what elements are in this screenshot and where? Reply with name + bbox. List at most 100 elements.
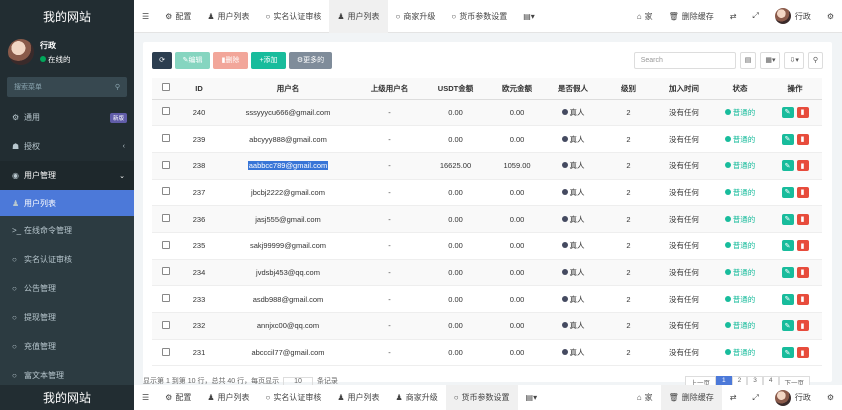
clear-cache-button[interactable]: 🗑 删除缓存 xyxy=(660,385,722,410)
delete-row-button[interactable]: ▮ xyxy=(796,266,809,278)
table-row[interactable]: 239 abcyyy888@gmail.com -0.00 0.00 真人 2 没有任何 普通… xyxy=(152,125,822,153)
language-button[interactable]: ⇄ xyxy=(722,385,745,410)
edit-row-button[interactable]: ✎ xyxy=(781,106,794,118)
table-row[interactable]: 234 jvdsbj453@qq.com -0.00 0.00 真人 2 没有任何 普通的 ✎ ▮ xyxy=(152,259,822,287)
table-row[interactable]: 238 aabbcc789@gmail.com -16625.00 1059.00 真人… xyxy=(152,152,822,180)
fullscreen-button[interactable]: ⤢ xyxy=(744,385,766,410)
edit-row-button[interactable]: ✎ xyxy=(781,186,794,198)
table-search-input[interactable]: Search xyxy=(633,51,736,69)
table-row[interactable]: 235 sakj99999@gmail.com -0.00 0.00 真人 2 没有任何 普通… xyxy=(152,232,822,260)
tab-config[interactable]: ⚙ 配置 xyxy=(157,0,199,33)
clear-cache-button[interactable]: 🗑 删除缓存 xyxy=(661,0,722,33)
delete-row-button[interactable]: ▮ xyxy=(796,106,809,118)
home-link[interactable]: ⌂ 家 xyxy=(629,385,661,410)
edit-row-button[interactable]: ✎ xyxy=(781,133,794,145)
row-checkbox[interactable] xyxy=(152,312,179,340)
sidebar-item-realname[interactable]: ○ 实名认证审核 xyxy=(0,245,134,274)
delete-row-button[interactable]: ▮ xyxy=(796,293,809,305)
row-checkbox[interactable] xyxy=(152,125,179,153)
delete-row-button[interactable]: ▮ xyxy=(796,186,809,198)
col-fake[interactable]: 是否假人 xyxy=(545,78,601,100)
sidebar-item-user-management[interactable]: ◉ 用户管理 ⌄ xyxy=(0,161,134,190)
language-button[interactable]: ⇄ xyxy=(722,0,745,33)
tab-currency-settings[interactable]: ○ 货币参数设置 xyxy=(443,0,515,33)
refresh-button[interactable]: ⟳ xyxy=(152,51,172,69)
advanced-search-button[interactable]: ⚲ xyxy=(807,51,823,69)
sidebar-item-withdraw[interactable]: ○ 提现管理 xyxy=(0,303,134,332)
home-link[interactable]: ⌂ 家 xyxy=(629,0,661,33)
col-status[interactable]: 状态 xyxy=(712,78,768,100)
col-parent[interactable]: 上级用户名 xyxy=(357,78,422,100)
add-button[interactable]: + 添加 xyxy=(251,51,286,69)
tab-user-list[interactable]: ♟ 用户列表 xyxy=(199,0,257,33)
sidebar-item-online-command[interactable]: >_ 在线命令管理 xyxy=(0,216,134,245)
tab-currency-settings[interactable]: ○ 货币参数设置 xyxy=(445,385,518,410)
delete-row-button[interactable]: ▮ xyxy=(796,240,809,252)
delete-row-button[interactable]: ▮ xyxy=(796,133,809,145)
toggle-view-button[interactable]: ▤ xyxy=(739,51,757,69)
edit-row-button[interactable]: ✎ xyxy=(781,347,794,359)
edit-row-button[interactable]: ✎ xyxy=(781,266,794,278)
brand-logo[interactable]: 我的网站 xyxy=(0,385,134,410)
col-usdt[interactable]: USDT金额 xyxy=(422,78,489,100)
table-row[interactable]: 233 asdb988@gmail.com -0.00 0.00 真人 2 没有任何 普通的 ✎… xyxy=(152,285,822,313)
table-row[interactable]: 232 annjxc00@qq.com -0.00 0.00 真人 2 没有任何 普通的 ✎ ▮ xyxy=(152,312,822,340)
table-row[interactable]: 231 abcccil77@gmail.com -0.00 0.00 真人 2 没有任何 普通… xyxy=(152,339,822,367)
settings-button[interactable]: ⚙ xyxy=(819,0,842,33)
brand-logo[interactable]: 我的网站 xyxy=(0,0,134,33)
delete-row-button[interactable]: ▮ xyxy=(796,347,809,359)
delete-row-button[interactable]: ▮ xyxy=(796,213,809,225)
tabs-dropdown[interactable]: ▤▾ xyxy=(518,385,546,410)
row-checkbox[interactable] xyxy=(152,285,179,313)
tab-merchant-upgrade[interactable]: ○ 商家升级 xyxy=(388,0,444,33)
tab-user-list-active[interactable]: ♟ 用户列表 xyxy=(329,0,388,33)
col-username[interactable]: 用户名 xyxy=(219,78,357,100)
user-menu[interactable]: 行政 xyxy=(767,0,819,33)
fullscreen-button[interactable]: ⤢ xyxy=(744,0,766,33)
edit-row-button[interactable]: ✎ xyxy=(781,160,794,172)
settings-button[interactable]: ⚙ xyxy=(819,385,842,410)
edit-row-button[interactable]: ✎ xyxy=(781,213,794,225)
edit-row-button[interactable]: ✎ xyxy=(781,240,794,252)
table-row[interactable]: 240 sssyyycu666@gmail.com -0.00 0.00 真人 2 没有任何… xyxy=(152,99,822,127)
menu-toggle[interactable]: ☰ xyxy=(134,0,157,33)
edit-row-button[interactable]: ✎ xyxy=(781,320,794,332)
sidebar-item-auth[interactable]: ☗ 授权 ‹ xyxy=(0,132,134,161)
row-checkbox[interactable] xyxy=(152,232,179,260)
tab-realname[interactable]: ○ 实名认证审核 xyxy=(258,0,330,33)
edit-row-button[interactable]: ✎ xyxy=(781,293,794,305)
tab-realname[interactable]: ○ 实名认证审核 xyxy=(258,385,330,410)
tab-user-list[interactable]: ♟ 用户列表 xyxy=(199,385,257,410)
user-menu[interactable]: 行政 xyxy=(767,385,819,410)
delete-row-button[interactable]: ▮ xyxy=(796,320,809,332)
menu-search-input[interactable]: 搜索菜单 ⚲ xyxy=(7,77,127,97)
delete-button[interactable]: ▮ 删除 xyxy=(213,51,248,69)
col-level[interactable]: 级别 xyxy=(601,78,656,100)
tab-merchant-upgrade[interactable]: ♟ 商家升级 xyxy=(388,385,446,410)
columns-dropdown[interactable]: ▦▾ xyxy=(760,51,781,69)
sidebar-item-recharge[interactable]: ○ 充值管理 xyxy=(0,332,134,361)
row-checkbox[interactable] xyxy=(152,152,179,180)
table-row[interactable]: 236 jasj555@gmail.com -0.00 0.00 真人 2 没有任何 普通的 ✎… xyxy=(152,205,822,233)
sidebar-item-general[interactable]: ⚙ 通用 新版 xyxy=(0,103,134,132)
delete-row-button[interactable]: ▮ xyxy=(796,160,809,172)
sidebar-item-user-list[interactable]: ♟ 用户列表 xyxy=(0,190,134,216)
table-row[interactable]: 237 jbcbj2222@gmail.com -0.00 0.00 真人 2 没有任何 普通… xyxy=(152,179,822,207)
export-dropdown[interactable]: ⇩▾ xyxy=(784,51,804,69)
menu-toggle[interactable]: ☰ xyxy=(134,385,157,410)
tab-user-list-2[interactable]: ♟ 用户列表 xyxy=(329,385,387,410)
tabs-dropdown[interactable]: ▤▾ xyxy=(515,0,543,33)
sidebar-item-notice[interactable]: ○ 公告管理 xyxy=(0,274,134,303)
more-button[interactable]: ⚙ 更多的 xyxy=(289,51,332,69)
row-checkbox[interactable] xyxy=(152,99,179,127)
row-checkbox[interactable] xyxy=(152,205,179,233)
col-id[interactable]: ID xyxy=(179,78,219,100)
tab-config[interactable]: ⚙ 配置 xyxy=(157,385,199,410)
row-checkbox[interactable] xyxy=(152,259,179,287)
edit-button[interactable]: ✎ 编辑 xyxy=(175,51,210,69)
row-checkbox[interactable] xyxy=(152,179,179,207)
col-eur[interactable]: 欧元金额 xyxy=(489,78,545,100)
row-checkbox[interactable] xyxy=(152,339,179,367)
select-all-checkbox[interactable] xyxy=(152,78,179,100)
col-joined[interactable]: 加入时间 xyxy=(656,78,712,100)
